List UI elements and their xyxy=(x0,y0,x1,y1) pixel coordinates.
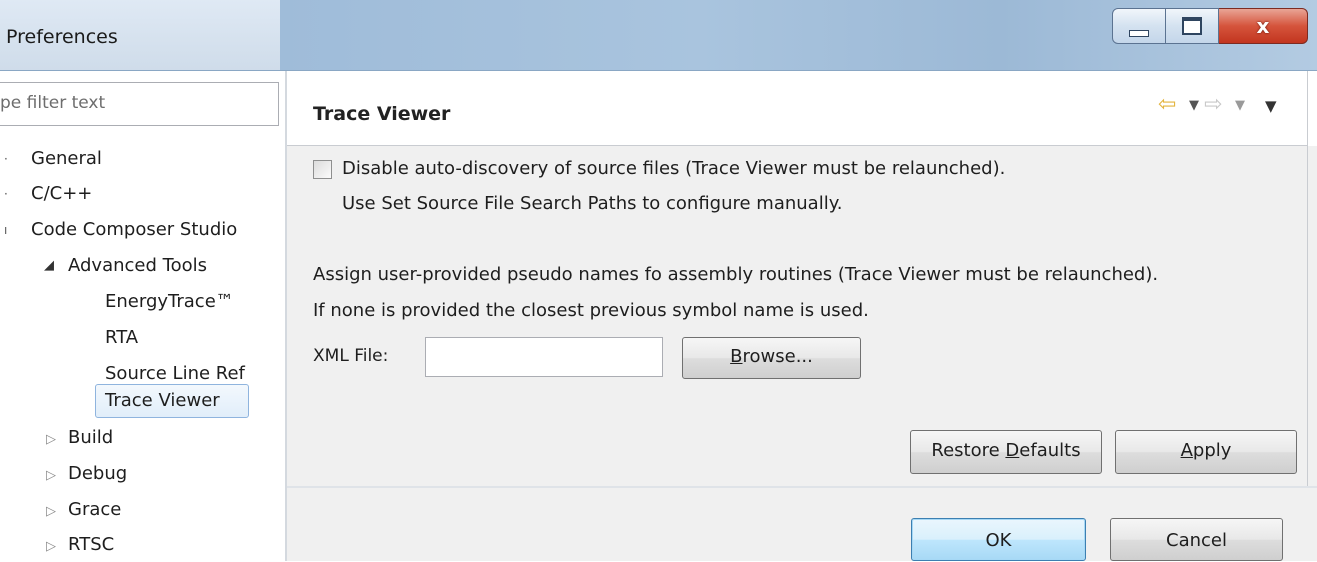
window-title: Preferences xyxy=(6,26,118,48)
page-border xyxy=(1307,71,1308,486)
restore-defaults-button[interactable]: Restore Defaults xyxy=(910,430,1102,474)
checkbox-label[interactable]: Disable auto-discovery of source files (… xyxy=(342,158,1005,179)
tree-item-build[interactable]: Build xyxy=(68,426,113,450)
minimize-icon xyxy=(1129,29,1149,37)
tree-item-trace-viewer[interactable]: Trace Viewer xyxy=(105,389,220,413)
restore-label-pre: Restore xyxy=(931,440,1006,461)
xml-file-input[interactable] xyxy=(425,337,663,377)
filter-input[interactable]: pe filter text xyxy=(0,82,279,126)
disable-auto-discovery-checkbox[interactable] xyxy=(313,160,332,179)
title-bar[interactable]: Preferences x xyxy=(0,0,1317,71)
restore-mnemonic: D xyxy=(1005,440,1020,461)
cancel-button[interactable]: Cancel xyxy=(1110,518,1283,561)
expand-triangle-icon[interactable]: ▷ xyxy=(46,500,56,524)
back-arrow-icon[interactable]: ⇦ xyxy=(1158,94,1176,116)
close-button[interactable]: x xyxy=(1219,8,1308,44)
expand-dot-icon[interactable]: · xyxy=(4,182,8,206)
apply-mnemonic: A xyxy=(1180,440,1193,461)
expand-triangle-icon[interactable]: ▷ xyxy=(46,535,56,559)
window-controls: x xyxy=(1112,8,1308,44)
assign-hint: If none is provided the closest previous… xyxy=(313,300,869,321)
tree-item-energytrace[interactable]: EnergyTrace™ xyxy=(105,290,234,314)
browse-mnemonic: B xyxy=(730,346,743,367)
expand-triangle-icon[interactable]: ▷ xyxy=(46,464,56,488)
ok-button[interactable]: OK xyxy=(911,518,1086,561)
minimize-button[interactable] xyxy=(1112,8,1166,44)
maximize-button[interactable] xyxy=(1166,8,1219,44)
xml-file-label: XML File: xyxy=(313,346,389,366)
view-menu-chevron-icon[interactable]: ▼ xyxy=(1265,97,1277,115)
restore-label-post: efaults xyxy=(1019,440,1081,461)
back-history-dropdown-icon[interactable]: ▼ xyxy=(1189,98,1199,113)
forward-arrow-icon[interactable]: ⇨ xyxy=(1204,94,1222,116)
maximize-icon xyxy=(1182,17,1202,35)
tree-item-cpp[interactable]: C/C++ xyxy=(31,182,92,206)
checkbox-hint: Use Set Source File Search Paths to conf… xyxy=(342,193,843,214)
apply-button[interactable]: Apply xyxy=(1115,430,1297,474)
page-title: Trace Viewer xyxy=(313,103,451,125)
browse-button[interactable]: Browse... xyxy=(682,337,861,379)
tree-item-grace[interactable]: Grace xyxy=(68,498,121,522)
assign-description: Assign user-provided pseudo names fo ass… xyxy=(313,264,1159,285)
expand-triangle-icon[interactable]: ▷ xyxy=(46,428,56,452)
tree-item-code-composer-studio[interactable]: Code Composer Studio xyxy=(31,218,237,242)
forward-history-dropdown-icon[interactable]: ▼ xyxy=(1235,98,1245,113)
tree-item-general[interactable]: General xyxy=(31,147,102,171)
tree-item-advanced-tools[interactable]: Advanced Tools xyxy=(68,254,207,278)
expand-bar-icon[interactable]: ı xyxy=(4,218,7,242)
preferences-tree-panel: pe filter text · General · C/C++ ı Code … xyxy=(0,71,285,561)
collapse-triangle-icon[interactable]: ◢ xyxy=(44,254,54,278)
tree-item-rtsc[interactable]: RTSC xyxy=(68,533,114,557)
close-icon: x xyxy=(1256,14,1270,38)
expand-dot-icon[interactable]: · xyxy=(4,147,8,171)
browse-label-post: rowse... xyxy=(742,346,813,367)
tree-item-rta[interactable]: RTA xyxy=(105,326,138,350)
filter-placeholder: pe filter text xyxy=(0,93,106,113)
tree-item-source-line-ref[interactable]: Source Line Ref xyxy=(105,362,245,386)
tree-item-debug[interactable]: Debug xyxy=(68,462,127,486)
apply-label-post: pply xyxy=(1192,440,1232,461)
